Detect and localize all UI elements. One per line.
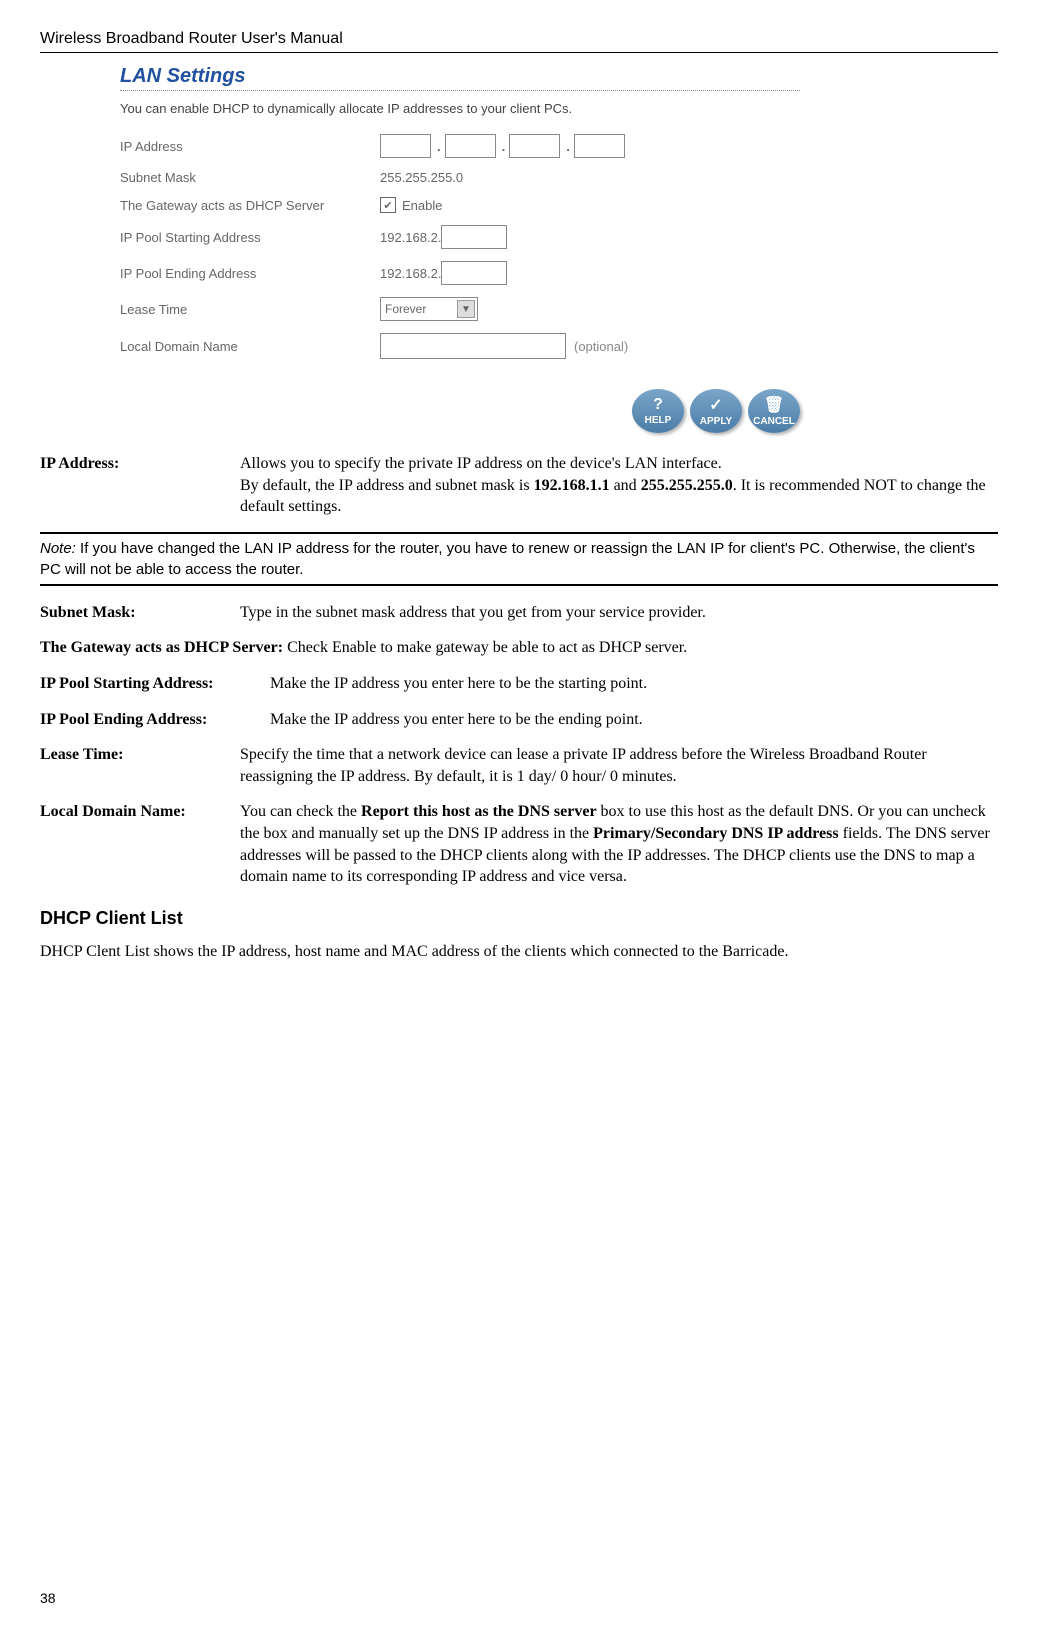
subnet-mask-field-desc: Type in the subnet mask address that you… — [240, 602, 998, 624]
trash-icon: 🗑 — [764, 395, 784, 415]
dhcp-client-list-heading: DHCP Client List — [40, 908, 998, 929]
page-header: Wireless Broadband Router User's Manual — [40, 30, 998, 53]
chevron-down-icon: ▼ — [457, 300, 475, 318]
domain-name-row: Local Domain Name (optional) — [120, 333, 800, 359]
subnet-mask-row: Subnet Mask 255.255.255.0 — [120, 170, 800, 185]
dhcp-server-row: The Gateway acts as DHCP Server ✔ Enable — [120, 197, 800, 213]
local-domain-field-label: Local Domain Name: — [40, 801, 240, 887]
pool-start-field: IP Pool Starting Address:Make the IP add… — [40, 673, 998, 695]
ip-address-label: IP Address — [120, 139, 380, 154]
page-number: 38 — [40, 1590, 56, 1606]
ip-octet-2[interactable] — [445, 134, 496, 158]
dhcp-server-label: The Gateway acts as DHCP Server — [120, 198, 380, 213]
lease-time-field-desc: Specify the time that a network device c… — [240, 744, 998, 787]
cancel-label: CANCEL — [753, 416, 795, 427]
ip-address-field-desc: Allows you to specify the private IP add… — [240, 453, 998, 518]
gateway-dhcp-field: The Gateway acts as DHCP Server: Check E… — [40, 637, 998, 659]
pool-start-row: IP Pool Starting Address 192.168.2. — [120, 225, 800, 249]
local-domain-field: Local Domain Name: You can check the Rep… — [40, 801, 998, 887]
pool-start-input[interactable] — [441, 225, 507, 249]
lan-settings-title: LAN Settings — [120, 65, 800, 91]
subnet-mask-field-label: Subnet Mask: — [40, 602, 240, 624]
ip-octet-3[interactable] — [509, 134, 560, 158]
action-button-row: ? HELP ✓ APPLY 🗑 CANCEL — [120, 389, 800, 433]
apply-label: APPLY — [700, 416, 732, 427]
ip-address-field-label: IP Address: — [40, 453, 240, 518]
pool-end-input[interactable] — [441, 261, 507, 285]
pool-end-prefix: 192.168.2. — [380, 266, 441, 281]
lease-time-label: Lease Time — [120, 302, 380, 317]
enable-checkbox[interactable]: ✔ — [380, 197, 396, 213]
lease-time-row: Lease Time Forever ▼ — [120, 297, 800, 321]
subnet-mask-label: Subnet Mask — [120, 170, 380, 185]
pool-end-row: IP Pool Ending Address 192.168.2. — [120, 261, 800, 285]
lease-time-value: Forever — [385, 302, 426, 316]
pool-end-label: IP Pool Ending Address — [120, 266, 380, 281]
apply-button[interactable]: ✓ APPLY — [690, 389, 742, 433]
domain-name-label: Local Domain Name — [120, 339, 380, 354]
ip-octet-1[interactable] — [380, 134, 431, 158]
help-button[interactable]: ? HELP — [632, 389, 684, 433]
pool-start-prefix: 192.168.2. — [380, 230, 441, 245]
ip-address-field: IP Address: Allows you to specify the pr… — [40, 453, 998, 518]
lan-settings-description: You can enable DHCP to dynamically alloc… — [120, 101, 800, 116]
check-icon: ✓ — [709, 395, 722, 415]
pool-start-label: IP Pool Starting Address — [120, 230, 380, 245]
help-label: HELP — [645, 415, 672, 426]
dhcp-client-list-body: DHCP Clent List shows the IP address, ho… — [40, 941, 998, 963]
lease-time-select[interactable]: Forever ▼ — [380, 297, 478, 321]
domain-name-input[interactable] — [380, 333, 566, 359]
ip-octet-4[interactable] — [574, 134, 625, 158]
lease-time-field: Lease Time: Specify the time that a netw… — [40, 744, 998, 787]
subnet-mask-field: Subnet Mask: Type in the subnet mask add… — [40, 602, 998, 624]
local-domain-field-desc: You can check the Report this host as th… — [240, 801, 998, 887]
cancel-button[interactable]: 🗑 CANCEL — [748, 389, 800, 433]
pool-end-field: IP Pool Ending Address:Make the IP addre… — [40, 709, 998, 731]
lan-settings-screenshot: LAN Settings You can enable DHCP to dyna… — [120, 65, 800, 433]
optional-label: (optional) — [574, 339, 628, 354]
lease-time-field-label: Lease Time: — [40, 744, 240, 787]
subnet-mask-value: 255.255.255.0 — [380, 170, 463, 185]
ip-address-row: IP Address . . . — [120, 134, 800, 158]
note-block: Note: If you have changed the LAN IP add… — [40, 532, 998, 586]
question-icon: ? — [653, 396, 663, 414]
enable-label: Enable — [402, 198, 442, 213]
